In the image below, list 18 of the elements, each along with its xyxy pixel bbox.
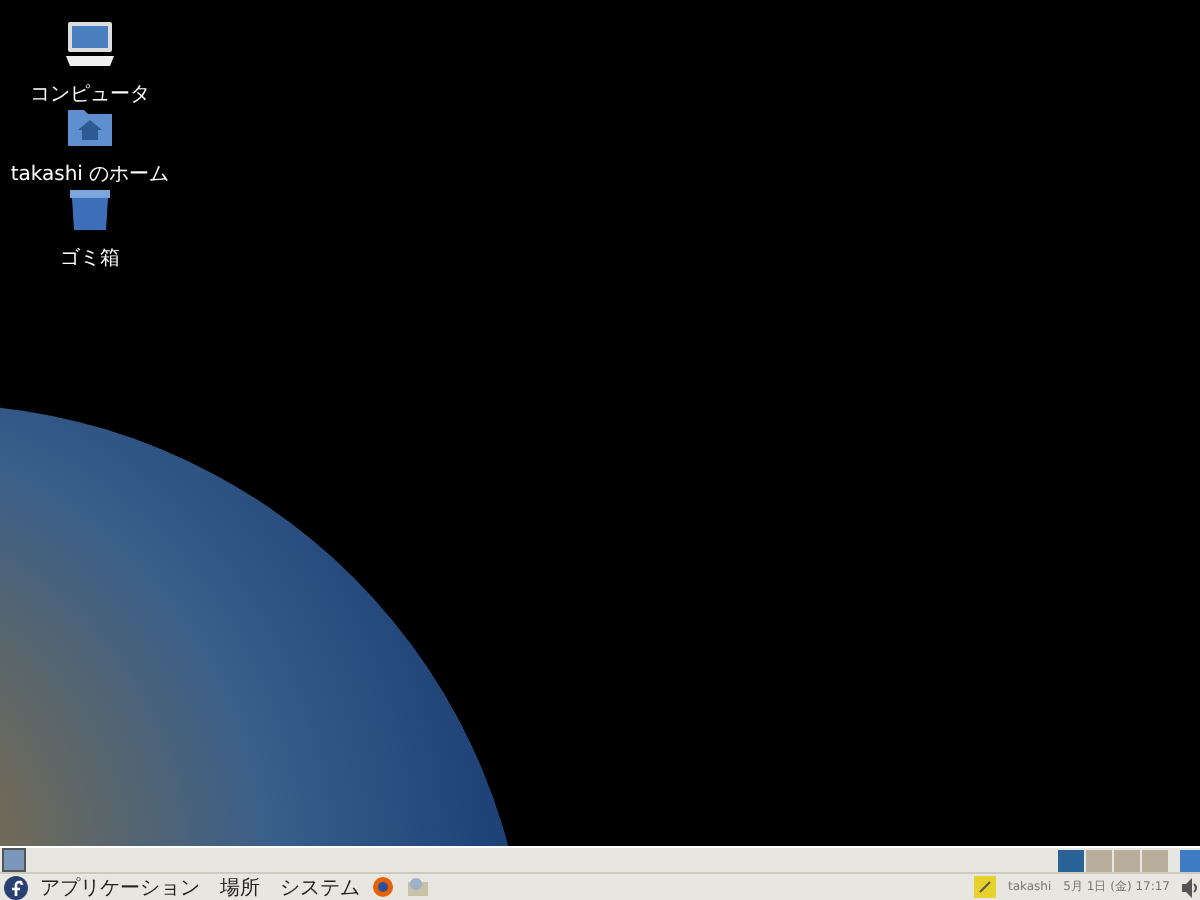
browser-icon[interactable] [372,876,394,898]
trash-can-icon [68,188,112,232]
desktop-icon-label[interactable]: コンピュータ [30,80,150,108]
panel-menu[interactable]: 場所 [220,873,260,900]
desktop-icon-label[interactable]: ゴミ箱 [60,244,120,272]
computer-icon [64,20,116,68]
logo-icon[interactable] [4,875,28,899]
panel-menu[interactable]: システム [280,873,360,900]
speaker-icon[interactable] [1182,877,1200,897]
desktop-icon-label[interactable]: takashi のホーム [10,160,170,188]
workspace-tile[interactable] [1114,849,1140,871]
workspace-tile[interactable] [1058,849,1084,871]
window-menu-icon[interactable] [1180,849,1200,871]
notes-icon[interactable] [973,876,996,898]
workspace-tile[interactable] [1142,849,1168,871]
house-folder-icon [66,104,114,148]
panel-menu[interactable]: アプリケーション [40,873,200,900]
workspace-tile[interactable] [1086,849,1112,871]
